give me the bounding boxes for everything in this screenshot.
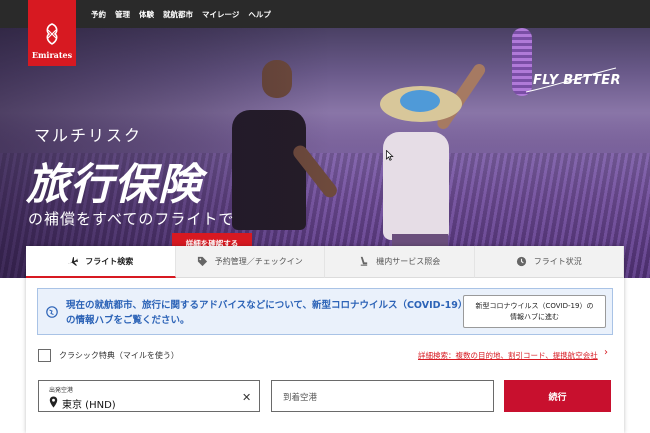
- covid-hub-button[interactable]: 新型コロナウイルス（COVID-19）の 情報ハブに進む: [463, 295, 606, 328]
- tab-search-flights[interactable]: フライト検索: [26, 246, 176, 278]
- tab-flight-status[interactable]: フライト状況: [474, 246, 624, 278]
- logo-wordmark: Emirates: [31, 50, 73, 60]
- booking-panel: フライト検索 予約管理／チェックイン 機内サービス照会 フライト状況 現在の就航…: [26, 246, 624, 433]
- mouse-cursor-icon: [386, 150, 394, 161]
- clock-icon: [516, 256, 526, 267]
- covid-hub-button-line2: 情報ハブに進む: [510, 313, 559, 321]
- booking-tabs: フライト検索 予約管理／チェックイン 機内サービス照会 フライト状況: [26, 246, 624, 278]
- tab-onboard-services[interactable]: 機内サービス照会: [325, 246, 475, 278]
- hero-caption: の補償をすべてのフライトで: [28, 210, 235, 228]
- tab-label: 機内サービス照会: [376, 257, 441, 266]
- fly-better-tagline: FLY BETTER: [533, 73, 621, 88]
- tab-label: 予約管理／チェックイン: [214, 257, 303, 266]
- airplane-icon: [68, 256, 79, 266]
- advanced-search-link[interactable]: 詳細検索：複数の目的地、割引コード、提携航空会社: [418, 350, 598, 361]
- covid-notice: 現在の就航都市、旅行に関するアドバイスなどについて、新型コロナウイルス（COVI…: [37, 288, 613, 335]
- departure-airport-label: 出発空港: [49, 387, 74, 394]
- clear-icon[interactable]: ✕: [242, 391, 251, 404]
- covid-hub-button-line1: 新型コロナウイルス（COVID-19）の: [475, 302, 594, 310]
- nav-item-experience[interactable]: 体験: [139, 9, 154, 20]
- chevron-right-icon: ›: [604, 347, 608, 358]
- seat-icon: [361, 256, 368, 266]
- tab-label: フライト状況: [533, 257, 582, 266]
- tab-manage-checkin[interactable]: 予約管理／チェックイン: [175, 246, 325, 278]
- hero-banner: FLY BETTER マルチリスク 旅行保険 の補償をすべてのフライトで 詳細を…: [0, 28, 650, 278]
- arrival-airport-field[interactable]: 到着空港: [271, 380, 494, 412]
- top-navigation-bar: 予約 管理 体験 就航都市 マイレージ ヘルプ: [0, 0, 650, 28]
- nav-item-book[interactable]: 予約: [91, 9, 106, 20]
- tab-label: フライト検索: [85, 256, 134, 266]
- nav-item-destinations[interactable]: 就航都市: [163, 9, 193, 20]
- arrival-airport-placeholder: 到着空港: [283, 393, 318, 403]
- globe-icon: [46, 306, 58, 318]
- nav-item-help[interactable]: ヘルプ: [248, 9, 271, 20]
- notice-message: 現在の就航都市、旅行に関するアドバイスなどについて、新型コロナウイルス（COVI…: [66, 300, 463, 326]
- continue-button[interactable]: 続行: [504, 380, 611, 412]
- tag-icon: [197, 256, 207, 267]
- top-nav-menu: 予約 管理 体験 就航都市 マイレージ ヘルプ: [91, 0, 280, 28]
- woman-figure: [383, 132, 449, 240]
- nav-item-loyalty[interactable]: マイレージ: [202, 9, 239, 20]
- nav-item-manage[interactable]: 管理: [115, 9, 130, 20]
- hero-subtitle: マルチリスク: [34, 126, 143, 145]
- classic-rewards-checkbox[interactable]: [38, 349, 51, 362]
- classic-rewards-option[interactable]: クラシック特典（マイルを使う）: [38, 349, 179, 362]
- emirates-logo[interactable]: Emirates: [28, 0, 76, 66]
- emirates-emblem-icon: [46, 23, 58, 45]
- departure-airport-field[interactable]: 出発空港 東京 (HND) ✕: [38, 380, 260, 412]
- hero-title: 旅行保険: [26, 160, 202, 210]
- departure-airport-value: 東京 (HND): [62, 400, 116, 411]
- location-pin-icon: [49, 396, 58, 408]
- classic-rewards-label: クラシック特典（マイルを使う）: [59, 351, 179, 360]
